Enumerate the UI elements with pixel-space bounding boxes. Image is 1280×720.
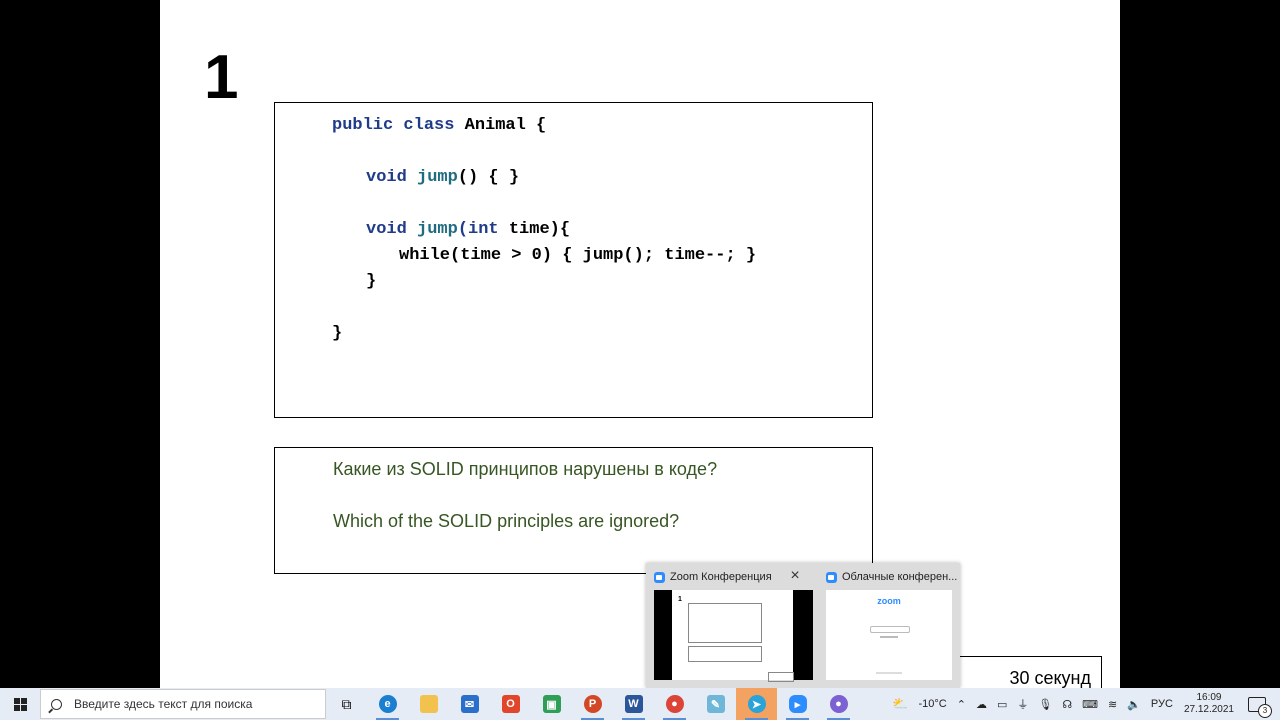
taskbar-search[interactable]: Введите здесь текст для поиска: [40, 689, 326, 719]
weather-temperature[interactable]: -10°C: [918, 698, 946, 710]
preview-thumbnail: 1: [654, 590, 813, 682]
search-icon: [51, 698, 62, 710]
taskbar: Введите здесь текст для поиска ⧉ e ✉ O ▣…: [0, 688, 1280, 720]
preview-thumbnail: zoom: [826, 590, 952, 680]
task-view-icon: ⧉: [341, 695, 352, 712]
zoom-logo: zoom: [877, 596, 901, 606]
close-icon[interactable]: ×: [787, 568, 803, 585]
taskbar-app-telegram[interactable]: ➤: [736, 688, 777, 720]
task-view-button[interactable]: ⧉: [326, 688, 367, 720]
code-line-6: }: [332, 324, 343, 343]
code-box: public class Animal { void jump() { } vo…: [274, 102, 873, 418]
taskbar-app-explorer[interactable]: [408, 688, 449, 720]
question-english: Which of the SOLID principles are ignore…: [333, 511, 680, 531]
preview-card-zoom-conference[interactable]: Zoom Конференция × 1: [646, 563, 813, 688]
keyboard-icon[interactable]: ⌨: [1082, 698, 1098, 711]
preview-title-text: Zoom Конференция: [670, 571, 772, 583]
code-line-4: while(time > 0) { jump(); time--; }: [399, 246, 757, 265]
code-line-2: void jump() { }: [366, 168, 520, 187]
clock-date: 27.12.2021: [1183, 704, 1234, 715]
folder-icon: [419, 695, 438, 713]
code-line-5: }: [366, 272, 377, 291]
usb-icon[interactable]: ⏚: [1017, 696, 1028, 712]
thumbnail-slide-number: 1: [678, 596, 682, 603]
weather-icon: ⛅: [892, 696, 909, 711]
notification-icon[interactable]: 3: [1248, 696, 1272, 718]
windows-icon: [13, 697, 27, 711]
telegram-icon: ➤: [747, 695, 766, 713]
taskbar-app-zoom[interactable]: ▸: [777, 688, 818, 720]
wifi-icon[interactable]: ≋: [1108, 698, 1117, 711]
taskbar-app-notepad[interactable]: ✎: [695, 688, 736, 720]
network-icon[interactable]: ▭: [997, 698, 1007, 711]
clock[interactable]: 16:09 27.12.2021: [1184, 692, 1234, 716]
word-icon: W: [624, 695, 643, 713]
clock-time: 16:09: [1196, 692, 1222, 703]
chrome-icon: ●: [829, 695, 848, 713]
cloud-icon[interactable]: ☁: [976, 698, 987, 711]
notepad-icon: ✎: [706, 695, 725, 713]
store-icon: ▣: [542, 695, 561, 713]
taskbar-app-office[interactable]: O: [490, 688, 531, 720]
volume-icon[interactable]: 🔈: [1127, 698, 1141, 711]
start-button[interactable]: [0, 688, 40, 720]
system-tray: ⛅ -10°C ⌃ ☁ ▭ ⏚ 🎙 ☊ ⌨ ≋ 🔈 РУС 16:09 27.1…: [887, 688, 1280, 720]
timer-label: 30 секунд: [958, 656, 1102, 688]
taskbar-app-word[interactable]: W: [613, 688, 654, 720]
question-russian: Какие из SOLID принципов нарушены в коде…: [333, 459, 718, 479]
preview-title: Облачные конферен...: [826, 571, 957, 583]
taskbar-app-chrome[interactable]: ●: [654, 688, 695, 720]
language-indicator[interactable]: РУС: [1151, 698, 1173, 710]
code-line-1: public class Animal {: [332, 116, 547, 135]
preview-title-text: Облачные конферен...: [842, 571, 958, 583]
chrome-icon: ●: [665, 695, 684, 713]
taskbar-preview-popup: Zoom Конференция × 1 Облачные конферен..…: [646, 563, 960, 688]
chevron-up-icon[interactable]: ⌃: [957, 698, 966, 711]
search-placeholder: Введите здесь текст для поиска: [74, 697, 253, 711]
taskbar-app-powerpoint[interactable]: P: [572, 688, 613, 720]
office-icon: O: [501, 695, 520, 713]
headset-icon[interactable]: ☊: [1062, 698, 1072, 711]
slide-number: 1: [204, 43, 239, 112]
microphone-icon[interactable]: 🎙: [1038, 698, 1052, 711]
zoom-icon: [654, 571, 665, 583]
notification-count: 3: [1258, 703, 1272, 718]
taskbar-app-chrome-2[interactable]: ●: [818, 688, 859, 720]
taskbar-app-edge[interactable]: e: [367, 688, 408, 720]
question-box: Какие из SOLID принципов нарушены в коде…: [274, 447, 873, 574]
taskbar-app-store[interactable]: ▣: [531, 688, 572, 720]
powerpoint-icon: P: [583, 695, 602, 713]
mail-icon: ✉: [460, 695, 479, 713]
preview-card-cloud-conference[interactable]: Облачные конферен... zoom: [818, 563, 958, 688]
zoom-icon: ▸: [788, 695, 807, 713]
code-line-3: void jump(int time){: [366, 220, 571, 239]
taskbar-app-mail[interactable]: ✉: [449, 688, 490, 720]
preview-title: Zoom Конференция: [654, 571, 772, 583]
edge-icon: e: [378, 695, 397, 713]
zoom-icon: [826, 571, 837, 583]
